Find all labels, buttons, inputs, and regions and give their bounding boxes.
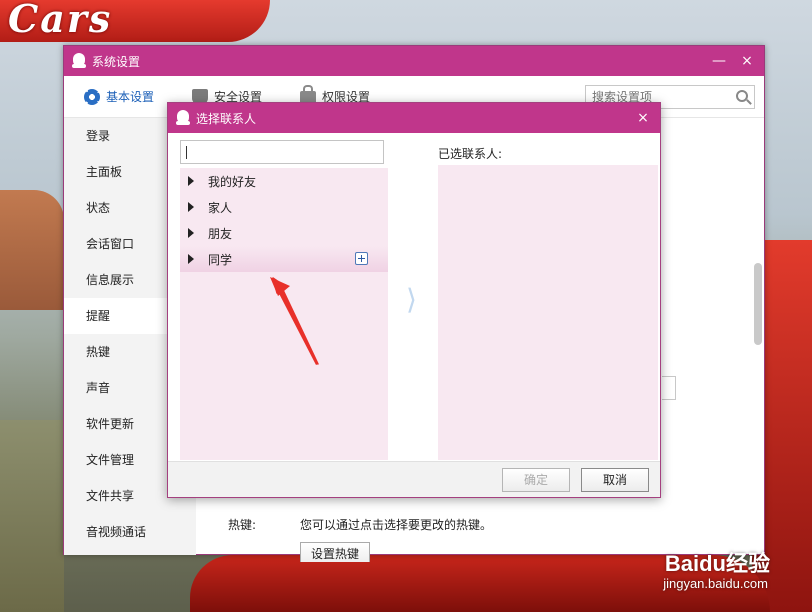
watermark-url: jingyan.baidu.com: [663, 576, 768, 591]
annotation-arrow-icon: [270, 277, 319, 365]
baidu-watermark: Baidu经验: [664, 551, 770, 576]
